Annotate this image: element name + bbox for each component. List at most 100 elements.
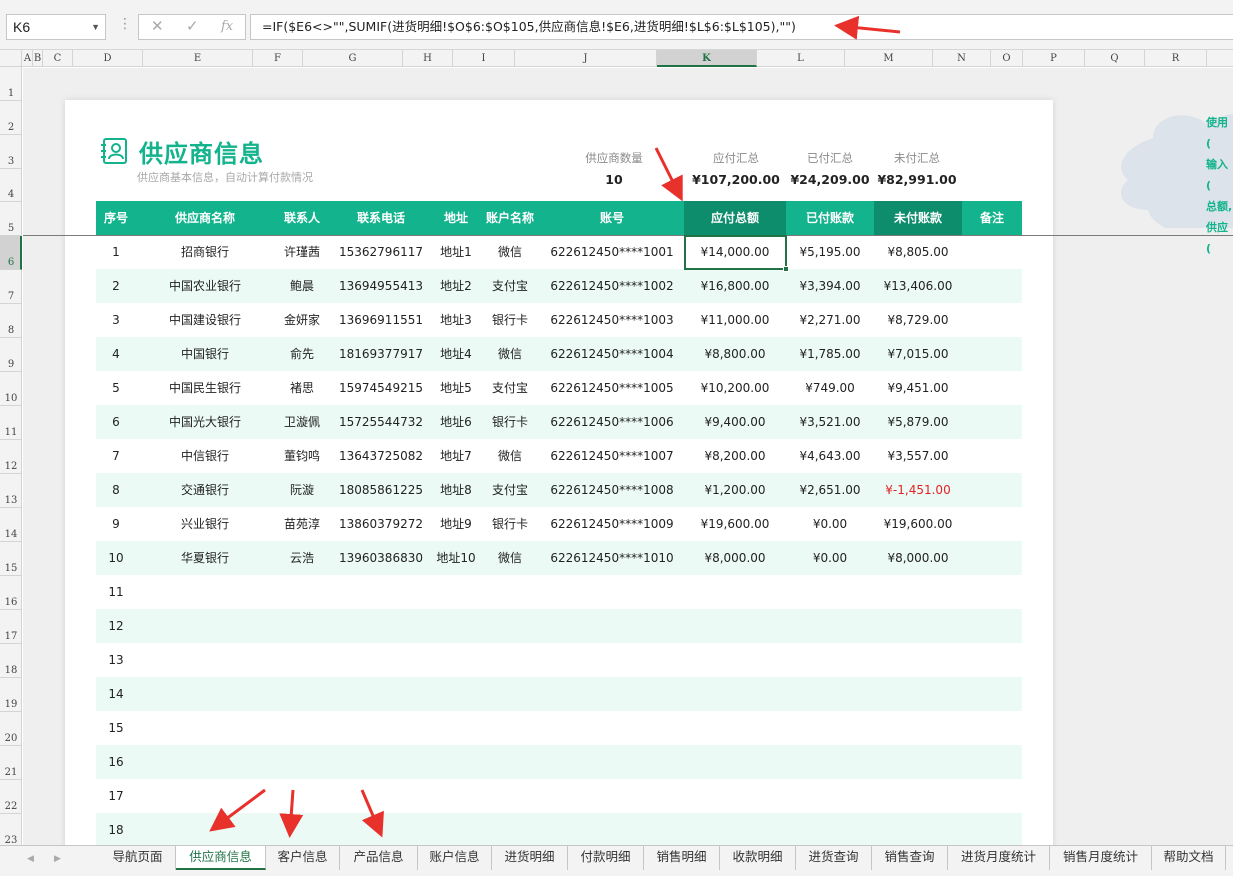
table-cell[interactable]: ¥3,557.00 [874, 439, 962, 473]
sheet-tab[interactable]: 销售月度统计 [1050, 846, 1152, 870]
table-cell[interactable] [330, 575, 432, 609]
table-cell[interactable]: 13696911551 [330, 303, 432, 337]
table-cell[interactable]: 622612450****1003 [540, 303, 684, 337]
table-cell[interactable]: ¥10,200.00 [684, 371, 786, 405]
table-cell[interactable]: ¥3,521.00 [786, 405, 874, 439]
column-title[interactable]: 已付账款 [786, 201, 874, 235]
name-box[interactable]: K6 ▼ [6, 14, 106, 40]
table-cell[interactable]: ¥3,394.00 [786, 269, 874, 303]
table-cell[interactable]: 13960386830 [330, 541, 432, 575]
table-cell[interactable] [480, 745, 540, 779]
table-cell[interactable] [330, 643, 432, 677]
table-cell[interactable]: 支付宝 [480, 269, 540, 303]
table-cell[interactable]: 8 [96, 473, 136, 507]
column-title[interactable]: 账号 [540, 201, 684, 235]
sheet-tab[interactable]: 进货月度统计 [948, 846, 1050, 870]
column-header-b[interactable]: B [33, 50, 43, 67]
column-header-m[interactable]: M [845, 50, 933, 67]
table-cell[interactable] [962, 269, 1022, 303]
table-cell[interactable] [136, 813, 274, 845]
table-cell[interactable]: 中国建设银行 [136, 303, 274, 337]
table-cell[interactable]: 云浩 [274, 541, 330, 575]
insert-function-icon[interactable]: fx [221, 19, 233, 34]
table-cell[interactable] [962, 235, 1022, 269]
column-title[interactable]: 备注 [962, 201, 1022, 235]
table-cell[interactable]: 622612450****1005 [540, 371, 684, 405]
table-cell[interactable] [962, 439, 1022, 473]
table-cell[interactable]: 622612450****1004 [540, 337, 684, 371]
cancel-icon[interactable]: ✕ [151, 17, 164, 35]
sheet-tab[interactable]: 帮助文档 [1152, 846, 1226, 870]
table-cell[interactable]: 金妍家 [274, 303, 330, 337]
table-cell[interactable]: 银行卡 [480, 303, 540, 337]
table-cell[interactable] [786, 779, 874, 813]
column-header-j[interactable]: J [515, 50, 657, 67]
table-cell[interactable]: 兴业银行 [136, 507, 274, 541]
table-cell[interactable] [786, 575, 874, 609]
table-cell[interactable] [540, 643, 684, 677]
table-cell[interactable]: 11 [96, 575, 136, 609]
table-cell[interactable] [432, 643, 480, 677]
table-cell[interactable]: 地址3 [432, 303, 480, 337]
row-header-18[interactable]: 18 [0, 644, 22, 678]
column-header-c[interactable]: C [43, 50, 73, 67]
chevron-down-icon[interactable]: ▼ [91, 15, 100, 39]
table-cell[interactable] [432, 677, 480, 711]
scroll-tabs-right-icon[interactable]: ▶ [54, 854, 61, 864]
row-header-22[interactable]: 22 [0, 780, 22, 814]
table-cell[interactable]: 18169377917 [330, 337, 432, 371]
table-cell[interactable] [480, 575, 540, 609]
table-cell[interactable]: ¥2,271.00 [786, 303, 874, 337]
table-cell[interactable]: ¥4,643.00 [786, 439, 874, 473]
table-cell[interactable]: ¥9,400.00 [684, 405, 786, 439]
table-cell[interactable]: 1 [96, 235, 136, 269]
table-cell[interactable]: ¥8,200.00 [684, 439, 786, 473]
table-cell[interactable]: ¥0.00 [786, 541, 874, 575]
table-cell[interactable]: 622612450****1001 [540, 235, 684, 269]
table-cell[interactable] [786, 711, 874, 745]
table-cell[interactable] [962, 813, 1022, 845]
table-cell[interactable]: ¥16,800.00 [684, 269, 786, 303]
table-cell[interactable]: 中国银行 [136, 337, 274, 371]
table-cell[interactable] [540, 779, 684, 813]
table-cell[interactable]: 中国农业银行 [136, 269, 274, 303]
sheet-tab[interactable]: 付款明细 [568, 846, 644, 870]
table-cell[interactable]: 俞先 [274, 337, 330, 371]
table-cell[interactable] [684, 779, 786, 813]
table-cell[interactable]: 微信 [480, 541, 540, 575]
row-header-13[interactable]: 13 [0, 474, 22, 508]
column-title[interactable]: 未付账款 [874, 201, 962, 235]
select-all-corner[interactable] [0, 50, 22, 67]
table-cell[interactable] [540, 575, 684, 609]
table-cell[interactable] [432, 609, 480, 643]
row-header-23[interactable]: 23 [0, 814, 22, 848]
table-cell[interactable] [480, 711, 540, 745]
table-cell[interactable]: 15362796117 [330, 235, 432, 269]
formula-input[interactable]: =IF($E6<>"",SUMIF(进货明细!$O$6:$O$105,供应商信息… [250, 14, 1233, 40]
scroll-tabs-left-icon[interactable]: ◀ [27, 854, 34, 864]
table-cell[interactable] [274, 813, 330, 845]
row-header-12[interactable]: 12 [0, 440, 22, 474]
column-header-n[interactable]: N [933, 50, 991, 67]
table-cell[interactable]: 微信 [480, 235, 540, 269]
column-header-q[interactable]: Q [1085, 50, 1145, 67]
table-cell[interactable]: 622612450****1002 [540, 269, 684, 303]
table-cell[interactable]: 地址7 [432, 439, 480, 473]
table-cell[interactable]: 地址2 [432, 269, 480, 303]
table-cell[interactable] [432, 813, 480, 845]
table-cell[interactable] [274, 575, 330, 609]
table-cell[interactable] [962, 779, 1022, 813]
sheet-tab[interactable]: 进货明细 [492, 846, 568, 870]
row-header-21[interactable]: 21 [0, 746, 22, 780]
table-cell[interactable] [684, 745, 786, 779]
table-cell[interactable]: 4 [96, 337, 136, 371]
table-cell[interactable]: 地址5 [432, 371, 480, 405]
table-cell[interactable] [786, 643, 874, 677]
row-header-9[interactable]: 9 [0, 338, 22, 372]
table-cell[interactable] [684, 609, 786, 643]
table-cell[interactable] [330, 711, 432, 745]
table-cell[interactable]: 3 [96, 303, 136, 337]
table-cell[interactable]: 苗苑淳 [274, 507, 330, 541]
table-cell[interactable] [962, 303, 1022, 337]
table-cell[interactable]: 阮漩 [274, 473, 330, 507]
